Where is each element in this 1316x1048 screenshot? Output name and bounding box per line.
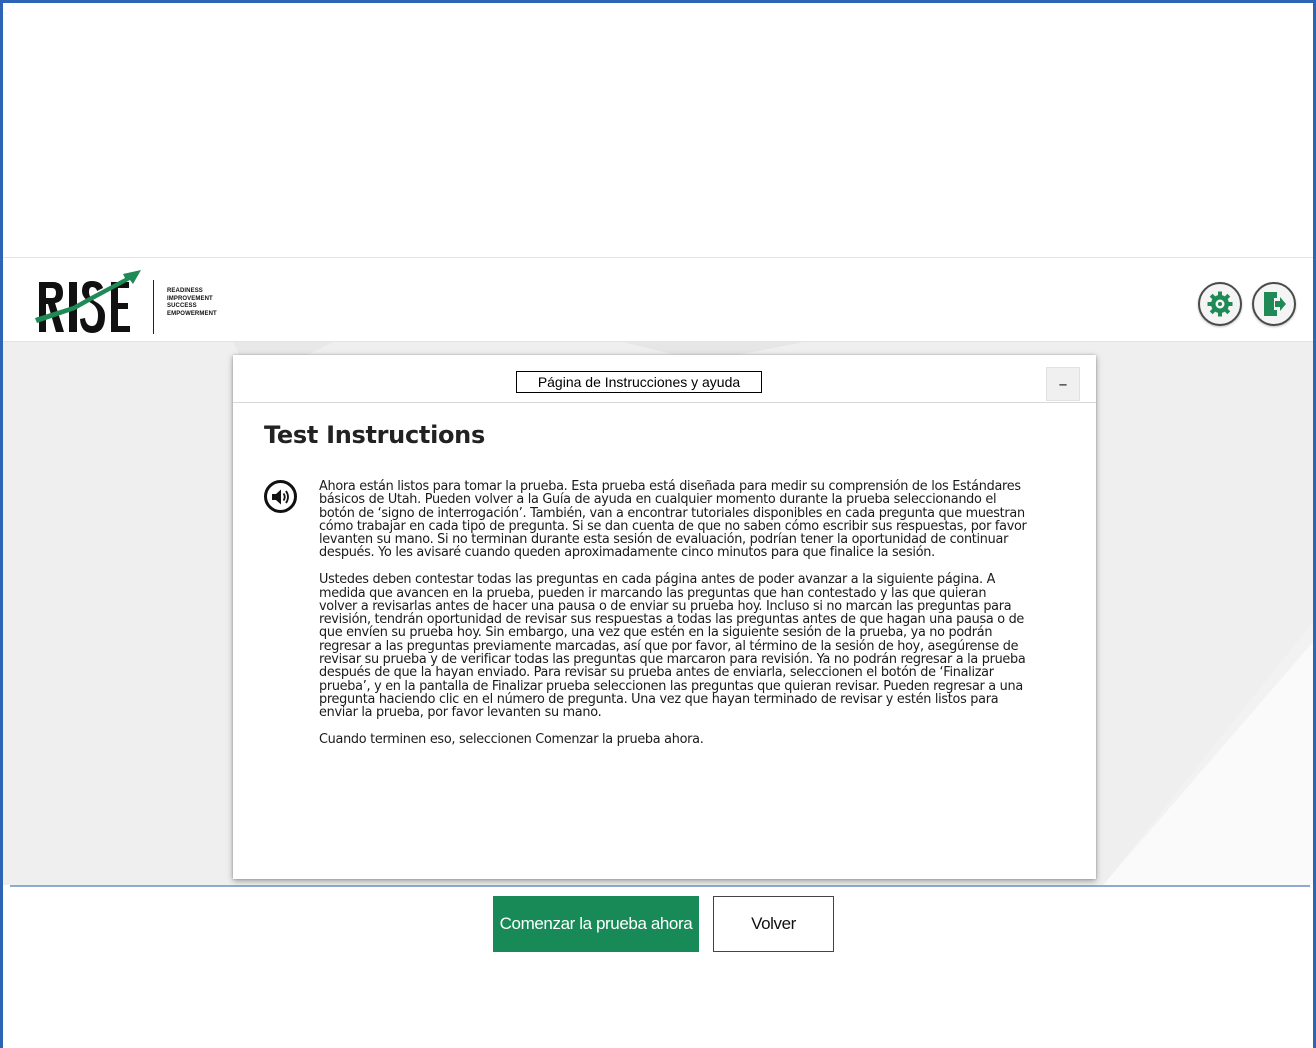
instructions-paragraph: Cuando terminen eso, seleccionen Comenza…: [319, 731, 704, 748]
instructions-dialog: Página de Instrucciones y ayuda – Test I…: [233, 355, 1096, 879]
settings-button[interactable]: [1198, 282, 1242, 326]
minimize-button[interactable]: –: [1046, 367, 1080, 401]
logo-divider: [153, 280, 154, 334]
instructions-paragraph: Ahora están listos para tomar la prueba.…: [319, 478, 1027, 561]
dialog-titlebar: Página de Instrucciones y ayuda –: [233, 355, 1096, 403]
divider-line: [10, 885, 1310, 887]
rise-wordmark-icon: [35, 270, 141, 333]
logo-tagline: READINESS IMPROVEMENT SUCCESS EMPOWERMEN…: [167, 288, 217, 317]
exit-door-icon: [1264, 292, 1286, 316]
dialog-title: Página de Instrucciones y ayuda: [516, 371, 762, 393]
start-test-button[interactable]: Comenzar la prueba ahora: [493, 896, 699, 952]
rise-logo: READINESS IMPROVEMENT SUCCESS EMPOWERMEN…: [33, 266, 233, 334]
back-button[interactable]: Volver: [713, 896, 834, 952]
gear-icon: [1207, 291, 1233, 317]
instructions-paragraph: Ustedes deben contestar todas las pregun…: [319, 571, 1026, 721]
app-header: READINESS IMPROVEMENT SUCCESS EMPOWERMEN…: [3, 257, 1313, 342]
instructions-heading: Test Instructions: [264, 421, 485, 449]
text-to-speech-button[interactable]: [264, 480, 297, 513]
logout-button[interactable]: [1252, 282, 1296, 326]
speaker-icon: [271, 489, 289, 504]
instructions-text: Ahora están listos para tomar la prueba.…: [319, 478, 1027, 760]
